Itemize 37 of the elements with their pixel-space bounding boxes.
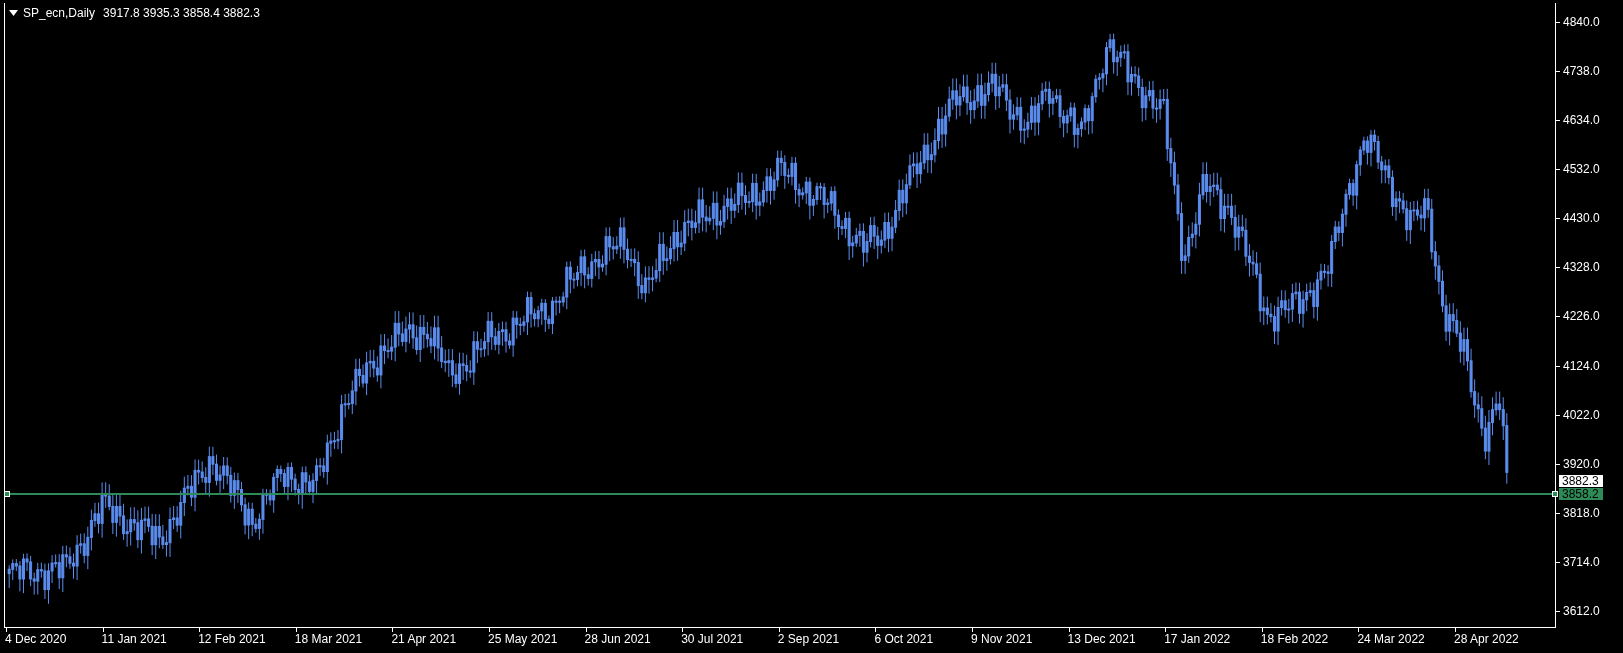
time-axis-label: 13 Dec 2021 (1067, 633, 1136, 645)
time-axis-label: 24 Mar 2022 (1357, 633, 1425, 645)
time-axis-label: 11 Jan 2021 (101, 633, 167, 645)
time-axis-label: 21 Apr 2021 (391, 633, 457, 645)
bid-price-marker: 3882.3 (1559, 475, 1603, 488)
time-axis-label: 28 Apr 2022 (1454, 633, 1519, 645)
price-axis-label: 4840.0 (1563, 16, 1600, 28)
price-axis-label: 4022.0 (1563, 408, 1600, 421)
time-axis-label: 4 Dec 2020 (5, 633, 67, 645)
price-axis-label: 4532.0 (1563, 163, 1600, 176)
time-axis-label: 25 May 2021 (488, 633, 558, 645)
time-axis-label: 9 Nov 2021 (971, 633, 1033, 645)
price-axis-label: 4124.0 (1563, 359, 1600, 372)
time-axis-label: 28 Jun 2021 (584, 633, 651, 645)
price-axis-label: 4226.0 (1563, 310, 1600, 323)
time-axis-label: 18 Mar 2021 (294, 633, 363, 645)
price-axis-label: 4738.0 (1563, 65, 1600, 78)
price-axis-label: 4634.0 (1563, 114, 1600, 127)
line-handle-icon[interactable] (4, 490, 10, 497)
price-axis-label: 4328.0 (1563, 261, 1600, 274)
line-handle-icon[interactable] (1552, 490, 1558, 497)
time-axis-label: 18 Feb 2022 (1260, 633, 1329, 645)
time-axis-label: 17 Jan 2022 (1164, 633, 1231, 645)
price-axis-label: 4430.0 (1563, 212, 1600, 225)
price-axis-label: 3920.0 (1563, 457, 1600, 470)
time-axis-label: 2 Sep 2021 (777, 633, 840, 645)
horizontal-price-line[interactable] (10, 492, 1552, 495)
time-axis-label: 12 Feb 2021 (198, 633, 266, 645)
dropdown-caret-icon[interactable] (9, 10, 18, 16)
symbol-label: SP_ecn,Daily (23, 5, 96, 22)
price-axis-label: 3818.0 (1563, 506, 1600, 519)
price-axis-label: 3714.0 (1563, 555, 1600, 568)
line-price-marker: 3858.2 (1559, 487, 1603, 500)
ohlc-values: 3917.8 3935.3 3858.4 3882.3 (103, 5, 260, 22)
price-axis-label: 3612.0 (1563, 604, 1600, 617)
time-axis-label: 6 Oct 2021 (874, 633, 934, 645)
time-axis-label: 30 Jul 2021 (681, 633, 744, 645)
